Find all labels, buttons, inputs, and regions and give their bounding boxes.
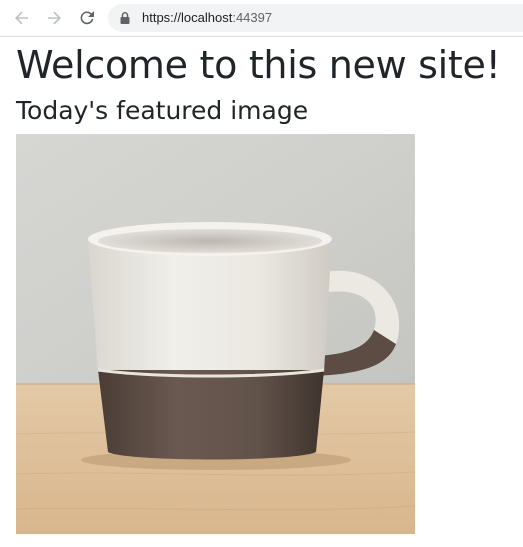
back-button[interactable] xyxy=(11,7,33,29)
address-bar[interactable]: https://localhost:44397 xyxy=(108,4,523,32)
section-heading: Today's featured image xyxy=(16,96,309,125)
arrow-right-icon xyxy=(48,11,61,25)
forward-button[interactable] xyxy=(43,7,65,29)
url-port: :44397 xyxy=(232,10,273,25)
url-scheme: https:// xyxy=(142,10,182,25)
lock-icon xyxy=(120,12,130,24)
url-text[interactable]: https://localhost:44397 xyxy=(142,10,272,26)
reload-icon xyxy=(80,11,94,25)
page-content: Welcome to this new site! Today's featur… xyxy=(0,37,523,547)
browser-toolbar: https://localhost:44397 xyxy=(0,0,523,37)
arrow-left-icon xyxy=(15,11,28,25)
url-host: localhost xyxy=(181,10,233,25)
featured-image xyxy=(16,134,415,534)
page-title: Welcome to this new site! xyxy=(16,43,501,87)
reload-button[interactable] xyxy=(76,7,98,29)
